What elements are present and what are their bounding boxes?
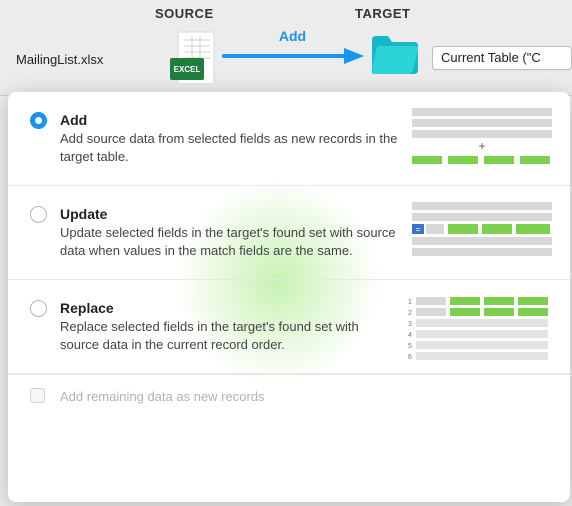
option-update[interactable]: Update Update selected fields in the tar… xyxy=(8,186,570,280)
import-mode-popover: Add Add source data from selected fields… xyxy=(8,92,570,502)
svg-text:2: 2 xyxy=(408,310,412,317)
radio-update[interactable] xyxy=(30,206,47,223)
option-update-illustration: = xyxy=(412,202,552,265)
add-remaining-checkbox-row: Add remaining data as new records xyxy=(8,374,570,418)
svg-text:=: = xyxy=(416,225,421,234)
target-folder-icon xyxy=(370,32,420,81)
target-heading: TARGET xyxy=(355,6,410,21)
excel-badge-text: EXCEL xyxy=(174,65,201,74)
option-add-illustration: + xyxy=(412,108,552,181)
add-remaining-checkbox xyxy=(30,388,45,403)
source-filename: MailingList.xlsx xyxy=(16,52,103,67)
svg-text:6: 6 xyxy=(408,354,412,361)
option-add-desc: Add source data from selected fields as … xyxy=(60,130,400,165)
target-table-dropdown[interactable]: Current Table ("C xyxy=(432,46,572,70)
svg-text:+: + xyxy=(478,139,485,153)
svg-text:5: 5 xyxy=(408,343,412,350)
option-replace[interactable]: Replace Replace selected fields in the t… xyxy=(8,280,570,374)
option-replace-illustration: 1 2 3 4 5 6 xyxy=(404,296,552,369)
add-remaining-label: Add remaining data as new records xyxy=(60,389,265,404)
radio-replace[interactable] xyxy=(30,300,47,317)
svg-text:3: 3 xyxy=(408,321,412,328)
excel-file-icon: EXCEL xyxy=(170,30,216,89)
source-heading: SOURCE xyxy=(155,6,214,21)
option-replace-desc: Replace selected fields in the target's … xyxy=(60,318,400,353)
import-header: SOURCE TARGET MailingList.xlsx EXCEL Add xyxy=(0,0,572,96)
svg-text:1: 1 xyxy=(408,299,412,306)
option-update-desc: Update selected fields in the target's f… xyxy=(60,224,400,259)
radio-add[interactable] xyxy=(30,112,47,129)
svg-text:4: 4 xyxy=(408,332,412,339)
import-action-arrow[interactable]: Add xyxy=(220,28,365,69)
option-add[interactable]: Add Add source data from selected fields… xyxy=(8,92,570,186)
arrow-label: Add xyxy=(220,28,365,44)
